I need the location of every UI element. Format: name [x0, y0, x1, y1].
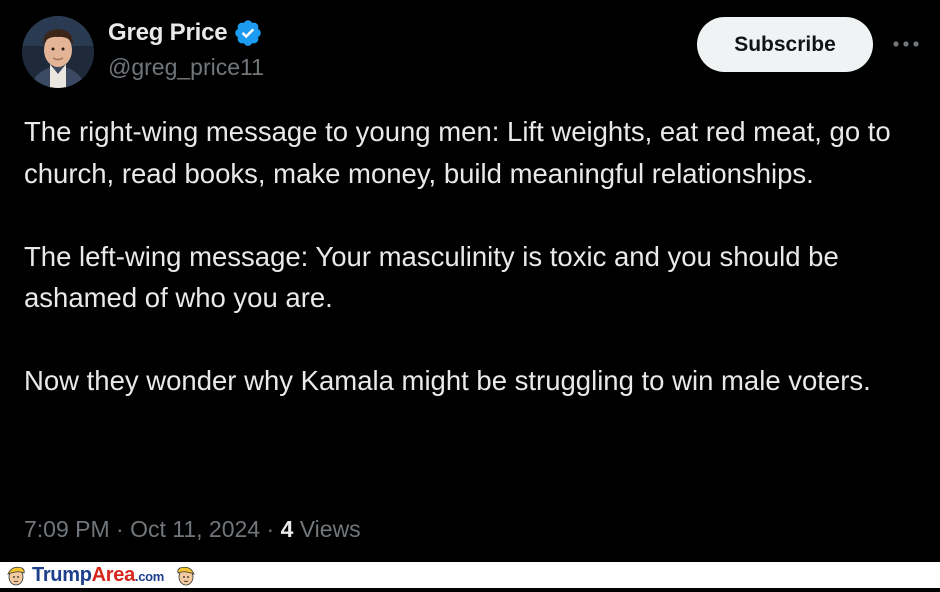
tweet-card: Greg Price @greg_price11 Subscribe The r… [0, 0, 940, 562]
author-handle[interactable]: @greg_price11 [108, 54, 264, 81]
meta-separator: · [266, 516, 275, 542]
tweet-paragraph: Now they wonder why Kamala might be stru… [24, 365, 871, 396]
tweet-text: The right-wing message to young men: Lif… [24, 111, 924, 402]
more-horizontal-icon[interactable] [890, 28, 922, 60]
tweet-paragraph: The right-wing message to young men: Lif… [24, 116, 891, 189]
tweet-meta: 7:09 PM · Oct 11, 2024 · 4 Views [24, 516, 361, 543]
author-name[interactable]: Greg Price [108, 19, 228, 47]
tweet-paragraph: The left-wing message: Your masculinity … [24, 240, 839, 314]
views-label: Views [299, 516, 361, 542]
meta-separator: · [116, 516, 124, 542]
views-count: 4 [280, 516, 294, 542]
watermark-bar: TrumpArea.com [0, 562, 940, 588]
verified-badge-icon[interactable] [233, 18, 263, 48]
trump-mascot-icon [4, 563, 28, 587]
subscribe-button[interactable]: Subscribe [697, 17, 873, 72]
trump-mascot-icon [174, 563, 198, 587]
watermark-logo: TrumpArea.com [32, 563, 165, 586]
avatar-image [22, 16, 94, 88]
author-name-row: Greg Price [108, 18, 263, 48]
tweet-date[interactable]: Oct 11, 2024 [130, 516, 260, 542]
avatar[interactable] [22, 16, 94, 88]
tweet-time[interactable]: 7:09 PM [24, 516, 110, 542]
